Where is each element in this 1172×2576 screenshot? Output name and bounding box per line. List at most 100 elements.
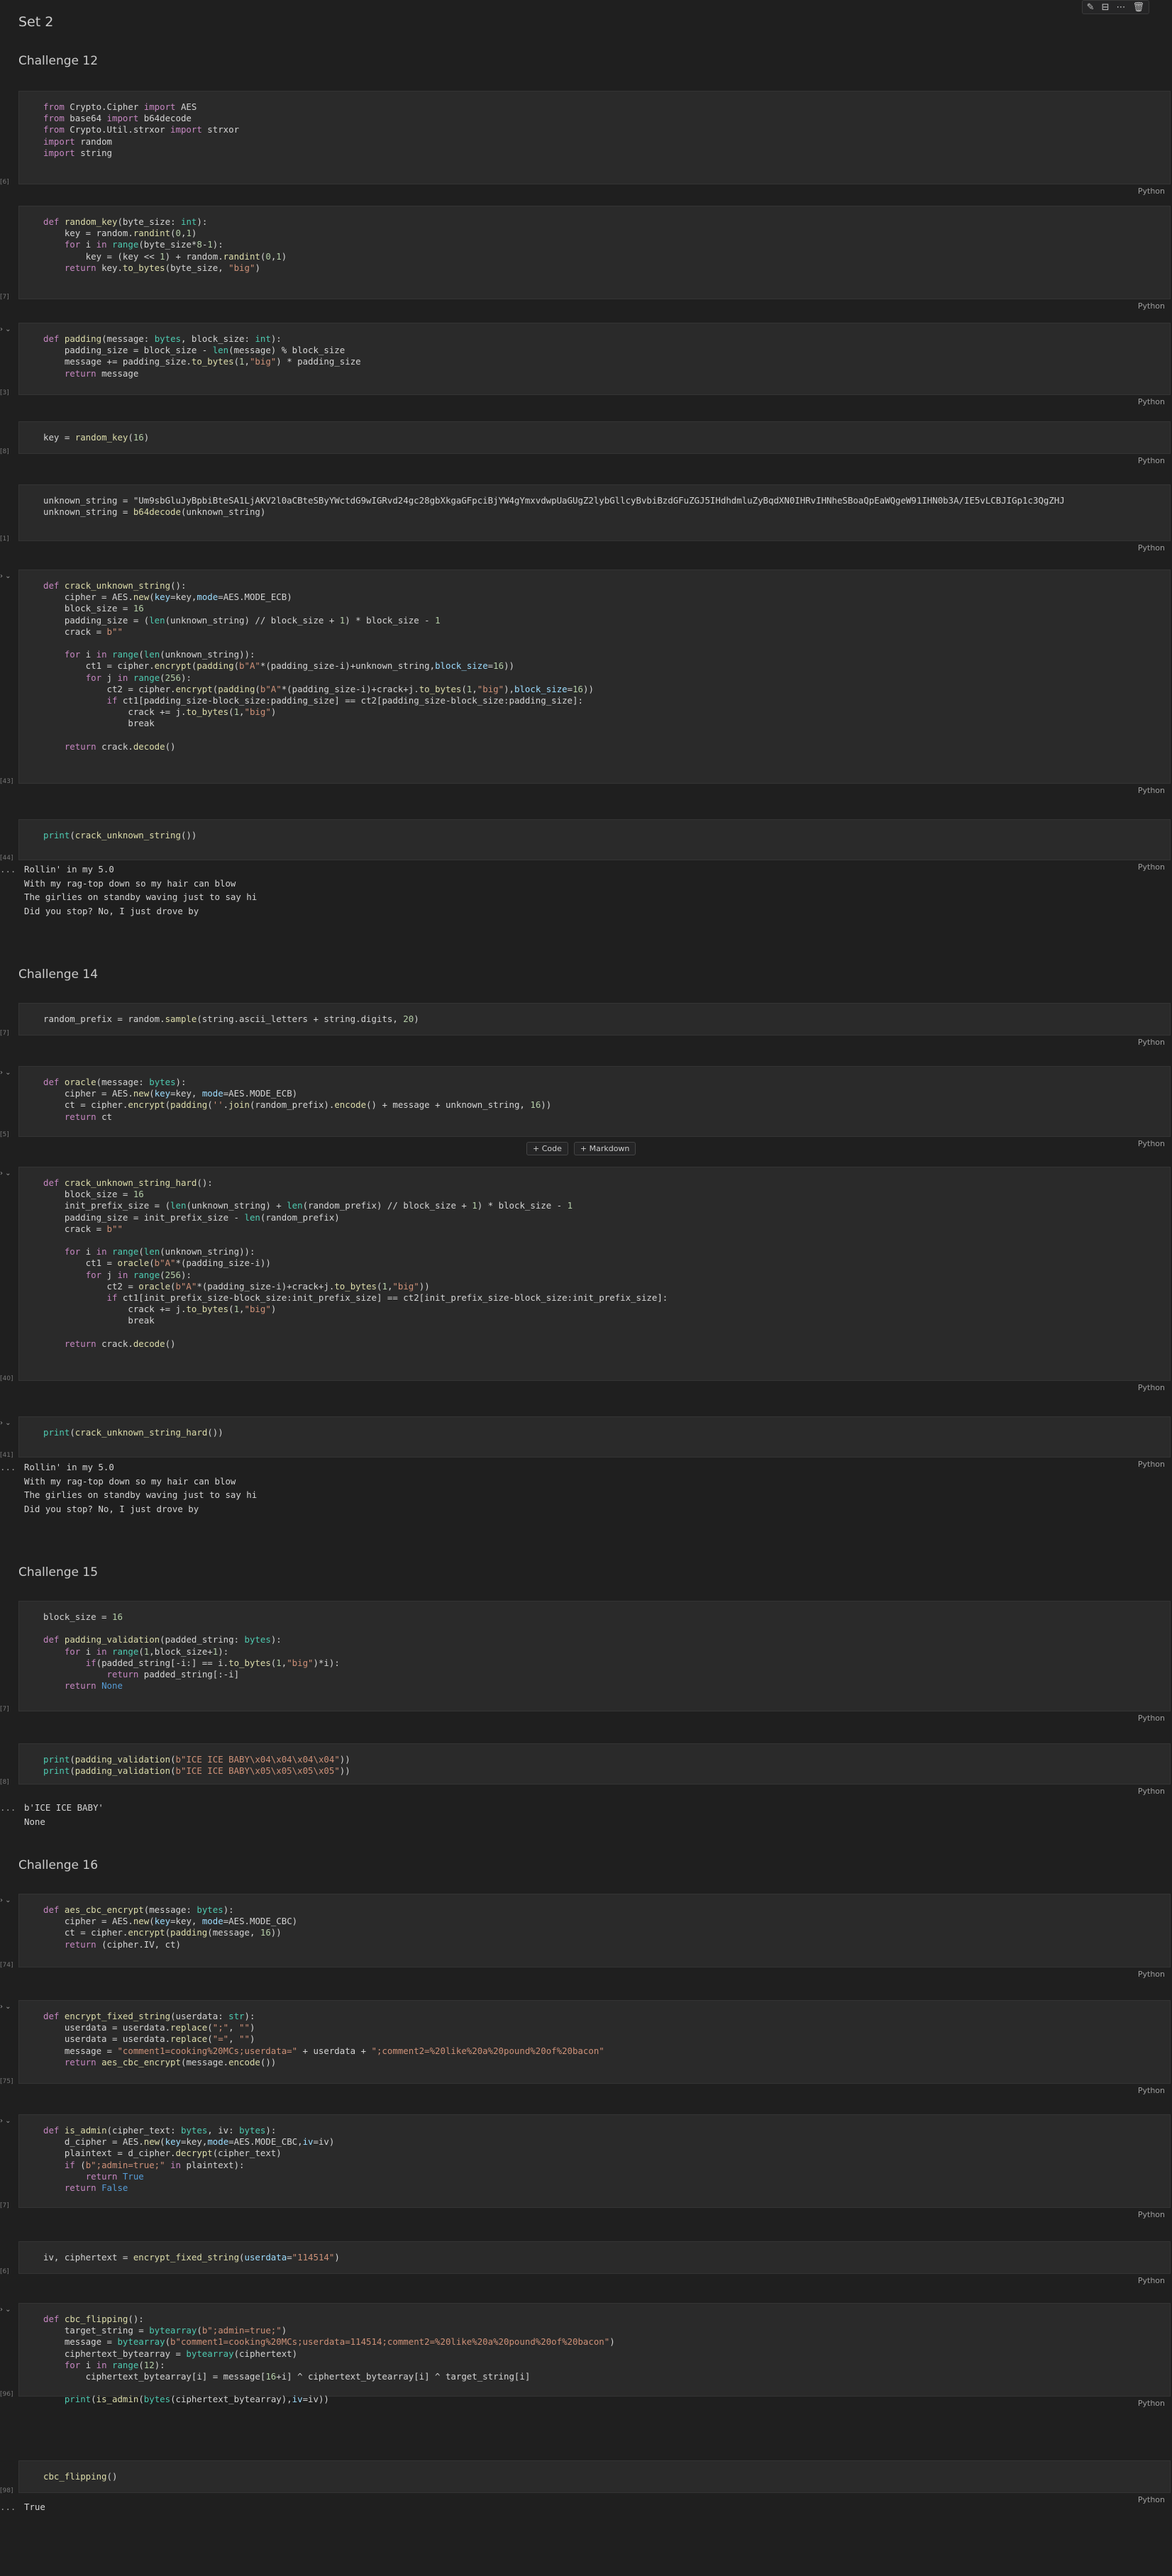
code-text[interactable]: def cbc_flipping(): target_string = byte… bbox=[19, 2304, 1170, 2406]
code-editor[interactable]: def cbc_flipping(): target_string = byte… bbox=[18, 2303, 1171, 2404]
execution-count: [7] bbox=[0, 2202, 9, 2209]
output-text: True bbox=[24, 2502, 45, 2512]
language-label[interactable]: Python bbox=[1138, 2210, 1165, 2219]
code-text[interactable]: print(padding_validation(b"ICE ICE BABY\… bbox=[19, 1744, 1170, 1777]
code-editor[interactable]: def aes_cbc_encrypt(message: bytes): cip… bbox=[18, 1894, 1171, 1967]
code-cell[interactable]: from Crypto.Cipher import AES from base6… bbox=[0, 91, 1171, 196]
challenge-14-heading: Challenge 14 bbox=[18, 967, 99, 982]
code-editor[interactable]: def padding(message: bytes, block_size: … bbox=[18, 323, 1171, 395]
code-cell[interactable]: def random_key(byte_size: int): key = ra… bbox=[0, 206, 1171, 311]
code-editor[interactable]: def random_key(byte_size: int): key = ra… bbox=[18, 206, 1171, 299]
cell-output-4: ... True bbox=[0, 2500, 1172, 2517]
code-text[interactable]: key = random_key(16) bbox=[19, 422, 1170, 443]
code-cell[interactable]: def is_admin(cipher_text: bytes, iv: byt… bbox=[0, 2114, 1171, 2219]
code-editor[interactable]: random_prefix = random.sample(string.asc… bbox=[18, 1003, 1171, 1036]
code-cell[interactable]: print(padding_validation(b"ICE ICE BABY\… bbox=[0, 1743, 1171, 1796]
execution-count: [8] bbox=[0, 1779, 9, 1786]
code-text[interactable]: def oracle(message: bytes): cipher = AES… bbox=[19, 1067, 1170, 1123]
code-cell[interactable]: cbc_flipping() Python [98] bbox=[0, 2460, 1171, 2504]
collapse-chevron-icon[interactable]: › ⌄ bbox=[0, 1170, 11, 1177]
language-label[interactable]: Python bbox=[1138, 1970, 1165, 1979]
code-editor[interactable]: print(padding_validation(b"ICE ICE BABY\… bbox=[18, 1743, 1171, 1784]
collapse-chevron-icon[interactable]: › ⌄ bbox=[0, 2003, 11, 2011]
code-editor[interactable]: print(crack_unknown_string_hard()) bbox=[18, 1416, 1171, 1458]
language-label[interactable]: Python bbox=[1138, 1714, 1165, 1723]
code-editor[interactable]: def oracle(message: bytes): cipher = AES… bbox=[18, 1066, 1171, 1137]
code-text[interactable]: def encrypt_fixed_string(userdata: str):… bbox=[19, 2001, 1170, 2068]
language-label[interactable]: Python bbox=[1138, 1139, 1165, 1148]
code-text[interactable]: from Crypto.Cipher import AES from base6… bbox=[19, 91, 1170, 159]
code-cell[interactable]: def crack_unknown_string(): cipher = AES… bbox=[0, 570, 1171, 795]
code-editor[interactable]: key = random_key(16) bbox=[18, 421, 1171, 454]
delete-icon[interactable]: 🗑 bbox=[1132, 2, 1144, 13]
output-text: b'ICE ICE BABY' None bbox=[24, 1802, 104, 1827]
add-code-cell-button[interactable]: + Code bbox=[526, 1142, 568, 1155]
language-label[interactable]: Python bbox=[1138, 2276, 1165, 2285]
language-label[interactable]: Python bbox=[1138, 187, 1165, 196]
code-editor[interactable]: cbc_flipping() bbox=[18, 2460, 1171, 2493]
language-label[interactable]: Python bbox=[1138, 397, 1165, 406]
language-label[interactable]: Python bbox=[1138, 456, 1165, 465]
code-cell[interactable]: print(crack_unknown_string()) Python [44] bbox=[0, 819, 1171, 872]
execution-count: [74] bbox=[0, 1962, 13, 1969]
language-label[interactable]: Python bbox=[1138, 301, 1165, 311]
code-editor[interactable]: def crack_unknown_string_hard(): block_s… bbox=[18, 1167, 1171, 1381]
code-cell[interactable]: def padding(message: bytes, block_size: … bbox=[0, 323, 1171, 406]
language-label[interactable]: Python bbox=[1138, 2086, 1165, 2095]
code-editor[interactable]: def encrypt_fixed_string(userdata: str):… bbox=[18, 2000, 1171, 2084]
language-label[interactable]: Python bbox=[1138, 543, 1165, 553]
code-editor[interactable]: block_size = 16 def padding_validation(p… bbox=[18, 1601, 1171, 1711]
code-editor[interactable]: from Crypto.Cipher import AES from base6… bbox=[18, 91, 1171, 184]
language-label[interactable]: Python bbox=[1138, 786, 1165, 795]
code-text[interactable]: print(crack_unknown_string()) bbox=[19, 820, 1170, 841]
code-cell[interactable]: block_size = 16 def padding_validation(p… bbox=[0, 1601, 1171, 1723]
add-markdown-cell-button[interactable]: + Markdown bbox=[573, 1142, 636, 1155]
code-editor[interactable]: iv, ciphertext = encrypt_fixed_string(us… bbox=[18, 2241, 1171, 2274]
collapse-chevron-icon[interactable]: › ⌄ bbox=[0, 1419, 11, 1427]
collapse-chevron-icon[interactable]: › ⌄ bbox=[0, 2306, 11, 2314]
execution-count: [98] bbox=[0, 2487, 13, 2494]
code-text[interactable]: def crack_unknown_string_hard(): block_s… bbox=[19, 1167, 1170, 1350]
more-icon[interactable]: ⋯ bbox=[1116, 2, 1125, 13]
code-editor[interactable]: print(crack_unknown_string()) bbox=[18, 819, 1171, 860]
language-label[interactable]: Python bbox=[1138, 1383, 1165, 1392]
code-cell[interactable]: def aes_cbc_encrypt(message: bytes): cip… bbox=[0, 1894, 1171, 1979]
execution-count: [6] bbox=[0, 2268, 9, 2275]
collapse-chevron-icon[interactable]: › ⌄ bbox=[0, 2117, 11, 2125]
code-cell[interactable]: def crack_unknown_string_hard(): block_s… bbox=[0, 1167, 1171, 1392]
execution-count: [7] bbox=[0, 1706, 9, 1713]
collapse-chevron-icon[interactable]: › ⌄ bbox=[0, 326, 11, 333]
cell-output-3: ... b'ICE ICE BABY' None bbox=[0, 1801, 1172, 1832]
code-cell[interactable]: iv, ciphertext = encrypt_fixed_string(us… bbox=[0, 2241, 1171, 2285]
language-label[interactable]: Python bbox=[1138, 2399, 1165, 2408]
execution-count: [75] bbox=[0, 2078, 13, 2085]
code-editor[interactable]: unknown_string = "Um9sbGluJyBpbiBteSA1Lj… bbox=[18, 484, 1171, 541]
code-text[interactable]: def crack_unknown_string(): cipher = AES… bbox=[19, 570, 1170, 753]
language-label[interactable]: Python bbox=[1138, 1787, 1165, 1796]
code-text[interactable]: unknown_string = "Um9sbGluJyBpbiBteSA1Lj… bbox=[19, 485, 1170, 518]
code-text[interactable]: iv, ciphertext = encrypt_fixed_string(us… bbox=[19, 2242, 1170, 2263]
code-cell[interactable]: print(crack_unknown_string_hard()) Python… bbox=[0, 1416, 1171, 1469]
code-text[interactable]: random_prefix = random.sample(string.asc… bbox=[19, 1004, 1170, 1025]
code-cell[interactable]: def cbc_flipping(): target_string = byte… bbox=[0, 2303, 1171, 2408]
code-text[interactable]: def padding(message: bytes, block_size: … bbox=[19, 323, 1170, 379]
collapse-chevron-icon[interactable]: › ⌄ bbox=[0, 572, 11, 580]
code-cell[interactable]: random_prefix = random.sample(string.asc… bbox=[0, 1003, 1171, 1047]
language-label[interactable]: Python bbox=[1138, 1038, 1165, 1047]
collapse-chevron-icon[interactable]: › ⌄ bbox=[0, 1897, 11, 1904]
code-cell[interactable]: key = random_key(16) Python [8] bbox=[0, 421, 1171, 465]
code-text[interactable]: print(crack_unknown_string_hard()) bbox=[19, 1417, 1170, 1438]
code-cell[interactable]: unknown_string = "Um9sbGluJyBpbiBteSA1Lj… bbox=[0, 484, 1171, 553]
code-text[interactable]: def aes_cbc_encrypt(message: bytes): cip… bbox=[19, 1894, 1170, 1950]
collapse-chevron-icon[interactable]: › ⌄ bbox=[0, 1069, 11, 1077]
code-text[interactable]: cbc_flipping() bbox=[19, 2461, 1170, 2482]
code-cell[interactable]: def encrypt_fixed_string(userdata: str):… bbox=[0, 2000, 1171, 2095]
code-cell[interactable]: def oracle(message: bytes): cipher = AES… bbox=[0, 1066, 1171, 1148]
code-text[interactable]: def random_key(byte_size: int): key = ra… bbox=[19, 206, 1170, 274]
code-text[interactable]: block_size = 16 def padding_validation(p… bbox=[19, 1601, 1170, 1692]
code-text[interactable]: def is_admin(cipher_text: bytes, iv: byt… bbox=[19, 2115, 1170, 2194]
code-editor[interactable]: def crack_unknown_string(): cipher = AES… bbox=[18, 570, 1171, 784]
code-editor[interactable]: def is_admin(cipher_text: bytes, iv: byt… bbox=[18, 2114, 1171, 2208]
split-icon[interactable]: ⊟ bbox=[1102, 2, 1110, 13]
edit-icon[interactable]: ✎ bbox=[1087, 2, 1095, 13]
